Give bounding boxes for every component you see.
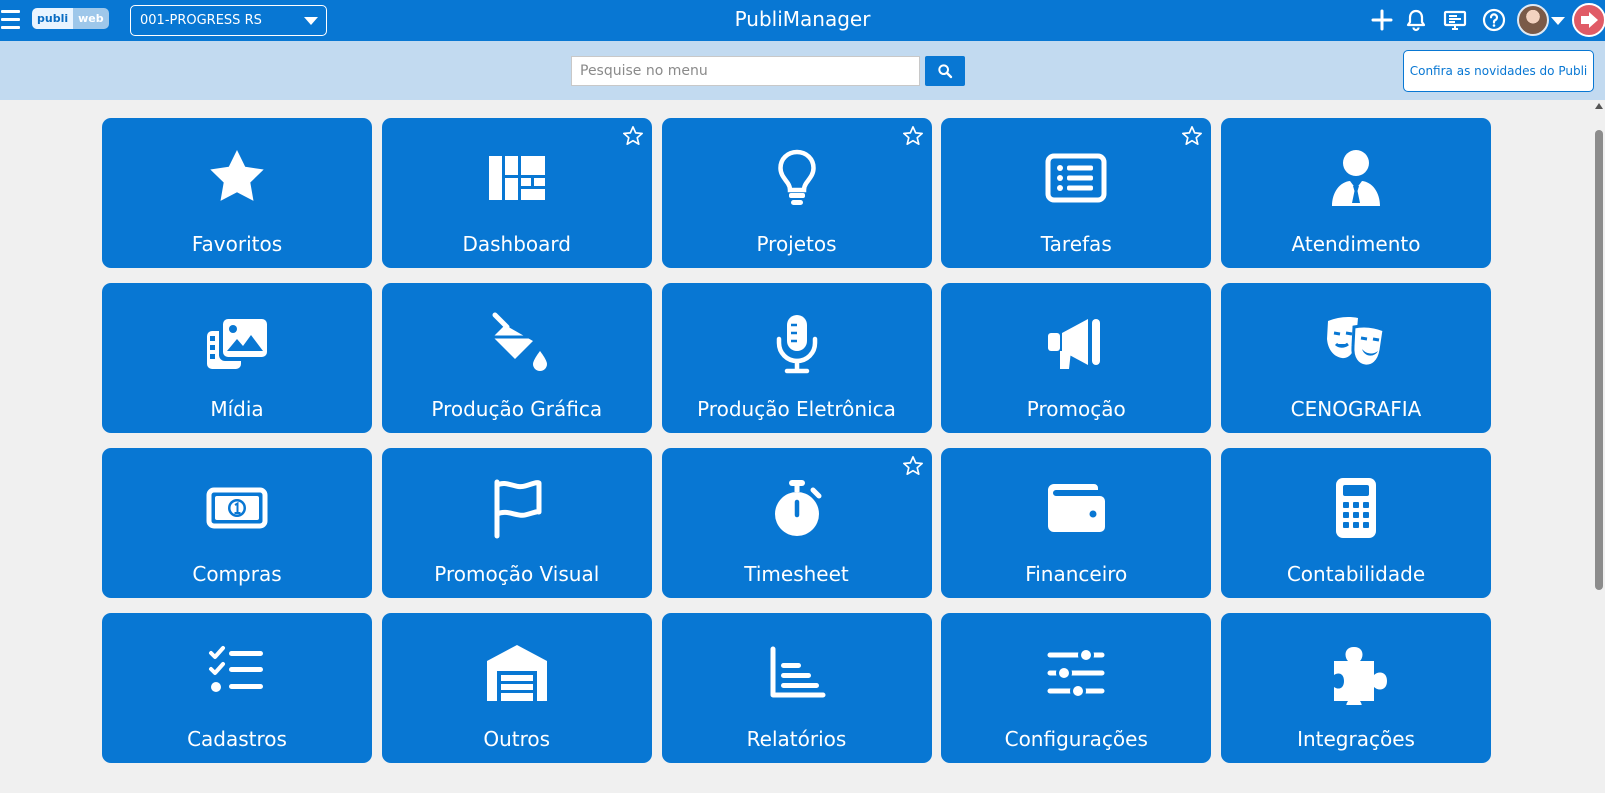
fill-drip-icon (485, 311, 549, 375)
tile-label: Compras (192, 562, 282, 586)
plus-icon[interactable] (1370, 8, 1394, 32)
module-tile-grid: Favoritos Dashboard Projetos Tarefas Atendim… (102, 118, 1491, 763)
tile-cenografia[interactable]: CENOGRAFIA (1221, 283, 1491, 433)
tile-timesheet[interactable]: Timesheet (661, 448, 932, 598)
bell-icon[interactable] (1404, 8, 1428, 32)
tile-label: Dashboard (462, 232, 571, 256)
tile-label: Produção Eletrônica (697, 397, 896, 421)
tile-dashboard[interactable]: Dashboard (381, 118, 652, 268)
help-icon[interactable] (1482, 8, 1506, 32)
tile-compras[interactable]: Compras (102, 448, 372, 598)
logo-text-part2: web (73, 8, 109, 29)
tile-configuracoes[interactable]: Configurações (941, 613, 1212, 763)
tile-label: Contabilidade (1286, 562, 1426, 586)
tile-promocao-visual[interactable]: Promoção Visual (381, 448, 652, 598)
calculator-icon (1324, 476, 1388, 540)
tile-producao-eletronica[interactable]: Produção Eletrônica (661, 283, 932, 433)
menu-icon[interactable] (0, 10, 21, 31)
tile-label: Promoção Visual (434, 562, 600, 586)
tile-label: Cadastros (187, 727, 287, 751)
tile-label: Promoção (1026, 397, 1126, 421)
tile-promocao[interactable]: Promoção (941, 283, 1212, 433)
theater-masks-icon (1324, 311, 1388, 375)
flag-icon (485, 476, 549, 540)
puzzle-piece-icon (1324, 641, 1388, 705)
checklist-icon (205, 641, 269, 705)
search-icon (938, 64, 953, 79)
search-input[interactable] (571, 56, 920, 86)
tile-producao-grafica[interactable]: Produção Gráfica (381, 283, 652, 433)
news-button[interactable]: Confira as novidades do Publi (1403, 50, 1594, 92)
tile-label: Tarefas (1040, 232, 1112, 256)
company-select-value: 001-PROGRESS RS (140, 13, 262, 28)
search-button[interactable] (925, 56, 965, 86)
tile-atendimento[interactable]: Atendimento (1221, 118, 1491, 268)
tile-relatorios[interactable]: Relatórios (661, 613, 932, 763)
logo-text-part1: publi (32, 8, 74, 29)
tile-label: Produção Gráfica (431, 397, 603, 421)
warehouse-icon (485, 641, 549, 705)
chevron-down-icon (304, 17, 318, 25)
money-bill-icon (205, 476, 269, 540)
tile-label: Relatórios (746, 727, 847, 751)
chevron-down-icon[interactable] (1551, 17, 1565, 25)
logout-icon (1581, 12, 1598, 28)
tile-favoritos[interactable]: Favoritos (102, 118, 372, 268)
favorite-star-icon[interactable] (902, 455, 924, 477)
star-icon (205, 146, 269, 210)
task-list-icon (1044, 146, 1108, 210)
logout-button[interactable] (1572, 3, 1605, 37)
tile-midia[interactable]: Mídia (102, 283, 372, 433)
tile-label: Favoritos (191, 232, 283, 256)
top-bar: publi web 001-PROGRESS RS PubliManager (0, 0, 1605, 41)
user-tie-icon (1324, 146, 1388, 210)
tile-cadastros[interactable]: Cadastros (102, 613, 372, 763)
tile-contabilidade[interactable]: Contabilidade (1221, 448, 1491, 598)
tile-financeiro[interactable]: Financeiro (941, 448, 1212, 598)
tile-projetos[interactable]: Projetos (661, 118, 932, 268)
tile-label: Mídia (210, 397, 264, 421)
lightbulb-icon (765, 146, 829, 210)
tile-label: Integrações (1297, 727, 1415, 751)
tile-label: Financeiro (1025, 562, 1128, 586)
user-avatar[interactable] (1517, 4, 1549, 36)
tile-integracoes[interactable]: Integrações (1221, 613, 1491, 763)
tile-label: Outros (483, 727, 551, 751)
dashboard-icon (485, 146, 549, 210)
favorite-star-icon[interactable] (1181, 125, 1203, 147)
tile-label: Atendimento (1291, 232, 1421, 256)
photo-film-icon (205, 311, 269, 375)
bar-chart-icon (765, 641, 829, 705)
search-bar: Confira as novidades do Publi (0, 41, 1605, 100)
stopwatch-icon (765, 476, 829, 540)
tile-tarefas[interactable]: Tarefas (941, 118, 1212, 268)
tile-label: Projetos (756, 232, 837, 256)
microphone-icon (765, 311, 829, 375)
tile-label: Configurações (1004, 727, 1148, 751)
tile-outros[interactable]: Outros (381, 613, 652, 763)
wallet-icon (1044, 476, 1108, 540)
monitor-icon[interactable] (1443, 8, 1467, 32)
publiweb-logo[interactable]: publi web (32, 8, 109, 29)
megaphone-icon (1044, 311, 1108, 375)
favorite-star-icon[interactable] (902, 125, 924, 147)
tile-label: Timesheet (744, 562, 849, 586)
scroll-up-arrow[interactable] (1595, 103, 1603, 109)
tile-label: CENOGRAFIA (1290, 397, 1422, 421)
favorite-star-icon[interactable] (622, 125, 644, 147)
sliders-icon (1044, 641, 1108, 705)
scrollbar-thumb[interactable] (1595, 130, 1603, 590)
company-select[interactable]: 001-PROGRESS RS (130, 5, 327, 36)
